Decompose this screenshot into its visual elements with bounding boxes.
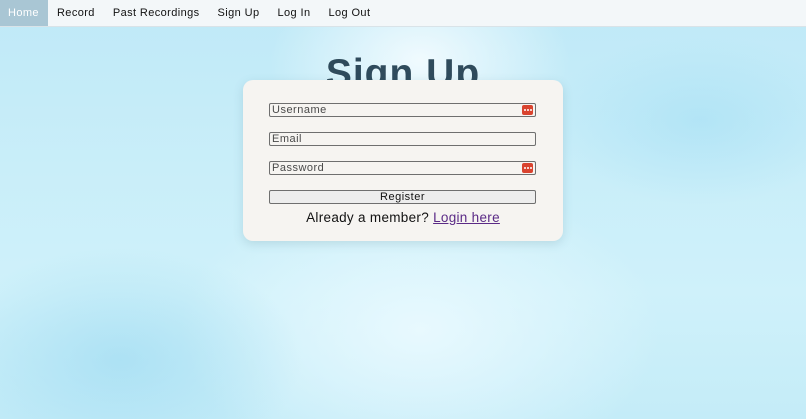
key-icon-dot — [526, 167, 529, 169]
key-icon-dot — [529, 109, 532, 111]
nav-item-record[interactable]: Record — [48, 0, 104, 26]
register-button[interactable]: Register — [269, 190, 536, 204]
login-prompt: Already a member? Login here — [243, 209, 563, 227]
key-icon-dot — [529, 167, 532, 169]
member-text: Already a member? — [306, 210, 430, 225]
key-icon-dot — [523, 167, 526, 169]
key-icon-dot — [523, 109, 526, 111]
signup-card: Register Already a member? Login here — [243, 80, 563, 241]
login-link[interactable]: Login here — [433, 210, 500, 225]
email-field[interactable] — [269, 132, 536, 146]
nav-item-log-in[interactable]: Log In — [268, 0, 319, 26]
top-navbar: Home Record Past Recordings Sign Up Log … — [0, 0, 806, 27]
password-key-icon[interactable] — [522, 105, 533, 115]
nav-item-sign-up[interactable]: Sign Up — [209, 0, 269, 26]
password-field[interactable] — [269, 161, 536, 175]
username-field[interactable] — [269, 103, 536, 117]
nav-item-log-out[interactable]: Log Out — [319, 0, 379, 26]
nav-item-past-recordings[interactable]: Past Recordings — [104, 0, 209, 26]
password-key-icon[interactable] — [522, 163, 533, 173]
key-icon-dot — [526, 109, 529, 111]
nav-item-home[interactable]: Home — [0, 0, 48, 26]
